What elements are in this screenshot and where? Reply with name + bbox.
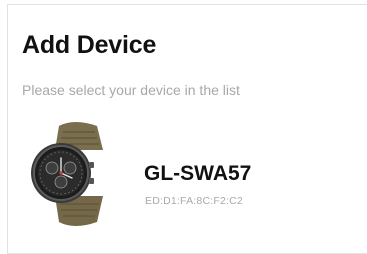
device-list-item[interactable]: GL-SWA57 ED:D1:FA:8C:F2:C2 xyxy=(14,118,359,228)
device-mac-address: ED:D1:FA:8C:F2:C2 xyxy=(145,195,243,207)
page-subtitle: Please select your device in the list xyxy=(22,82,240,98)
device-name: GL-SWA57 xyxy=(144,162,252,185)
page-title: Add Device xyxy=(22,31,157,59)
smartwatch-icon xyxy=(31,122,103,226)
